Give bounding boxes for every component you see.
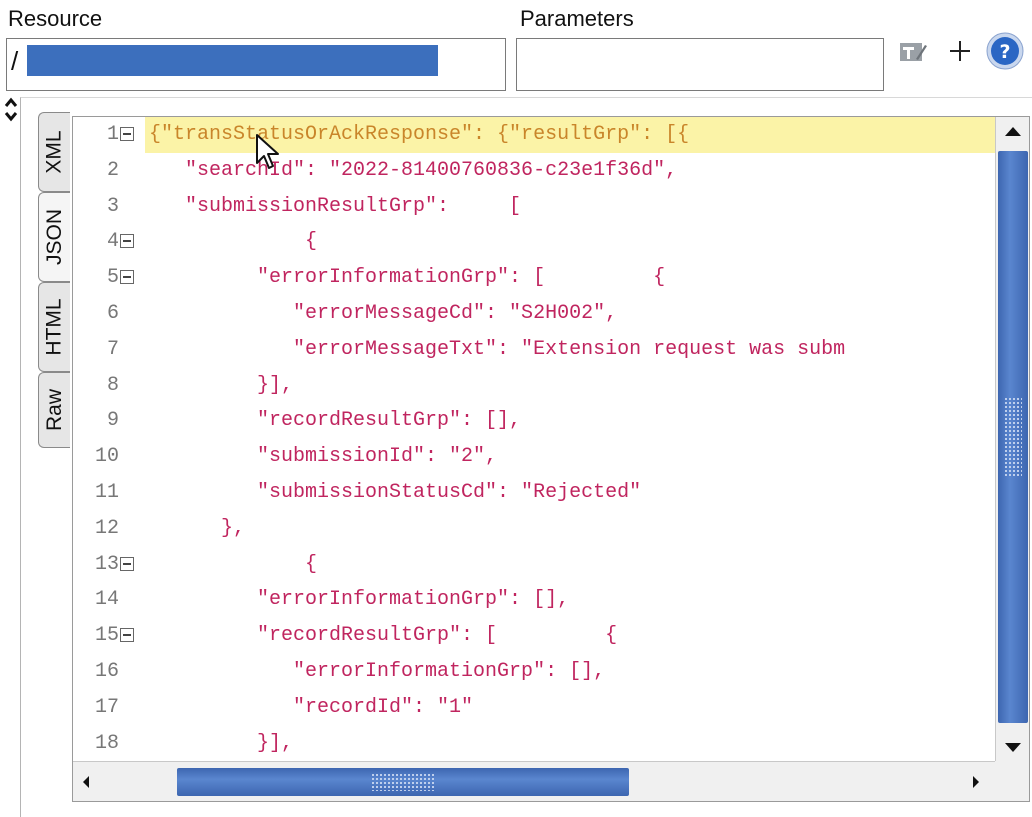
line-number: 11	[94, 481, 119, 504]
help-icon[interactable]: ?	[984, 30, 1026, 72]
code-text: },	[149, 516, 246, 540]
tab-json-label: JSON	[42, 208, 66, 266]
code-line: 1 {"transStatusOrAckResponse": {"resultGr…	[73, 117, 997, 153]
svg-text:?: ?	[999, 41, 1010, 63]
line-number: 6	[106, 302, 119, 325]
code-line: 5 "errorInformationGrp": [ {	[73, 260, 997, 296]
code-text: {	[149, 552, 318, 576]
code-text: "errorInformationGrp": [],	[149, 660, 606, 683]
code-text: "submissionId": "2",	[149, 445, 498, 469]
code-line: 6 "errorMessageCd": "S2H002",	[73, 296, 997, 332]
parameters-label: Parameters	[520, 6, 634, 31]
resource-input[interactable]: /	[6, 38, 506, 91]
line-number: 4	[106, 230, 119, 254]
code-text: "recordId": "1"	[149, 695, 474, 719]
line-number: 13	[94, 552, 119, 576]
code-text: "searchId": "2022-81400760836-c23e1f36d"…	[149, 158, 678, 182]
resource-value: /	[11, 46, 19, 76]
line-number: 10	[94, 445, 119, 469]
line-number: 2	[106, 158, 119, 182]
tab-raw-label: Raw	[42, 388, 66, 432]
line-number: 12	[94, 516, 119, 540]
line-number: 9	[106, 409, 119, 433]
code-line: 10 "submissionId": "2",	[73, 439, 997, 475]
line-number: 16	[94, 660, 119, 683]
fold-toggle-icon[interactable]	[120, 127, 134, 141]
code-text: "errorMessageTxt": "Extension request wa…	[149, 337, 846, 361]
scroll-left-icon[interactable]	[83, 776, 89, 788]
tab-raw[interactable]: Raw	[38, 372, 70, 448]
code-text: "submissionStatusCd": "Rejected"	[149, 481, 642, 504]
fold-toggle-icon[interactable]	[120, 556, 134, 571]
code-line: 13 {	[73, 547, 997, 583]
code-text: "errorInformationGrp": [],	[149, 588, 570, 612]
code-line: 4 {	[73, 224, 997, 260]
line-number: 15	[94, 624, 119, 648]
code-line: 12 },	[73, 511, 997, 547]
horizontal-scroll-thumb[interactable]	[177, 768, 629, 796]
vertical-scroll-thumb[interactable]	[998, 151, 1028, 723]
resource-label: Resource	[8, 6, 103, 31]
tab-json[interactable]: JSON	[38, 192, 70, 282]
fold-toggle-icon[interactable]	[120, 628, 134, 643]
code-text: }],	[149, 373, 294, 397]
fold-toggle-icon[interactable]	[120, 270, 134, 285]
code-text: }],	[149, 731, 294, 755]
code-line: 18 }],	[73, 726, 997, 762]
line-number: 1	[106, 123, 119, 146]
code-text: {	[149, 230, 318, 254]
scroll-right-icon[interactable]	[973, 776, 979, 788]
code-text: "recordResultGrp": [ {	[149, 624, 618, 648]
line-number: 18	[94, 731, 119, 755]
vertical-scrollbar[interactable]	[995, 117, 1029, 762]
code-line: 9 "recordResultGrp": [],	[73, 403, 997, 439]
tab-xml[interactable]: XML	[38, 112, 70, 192]
code-line: 15 "recordResultGrp": [ {	[73, 618, 997, 654]
line-number: 3	[106, 194, 119, 218]
horizontal-scrollbar[interactable]	[73, 761, 997, 801]
scroll-up-icon[interactable]	[1005, 127, 1021, 136]
code-line: 3 "submissionResultGrp": [	[73, 189, 997, 225]
code-line: 8 }],	[73, 368, 997, 404]
code-line: 14 "errorInformationGrp": [],	[73, 582, 997, 618]
tab-html[interactable]: HTML	[38, 282, 70, 372]
code-text: "errorInformationGrp": [ {	[149, 266, 666, 290]
code-line: 17 "recordId": "1"	[73, 690, 997, 726]
code-text: "recordResultGrp": [],	[149, 409, 522, 433]
line-number: 5	[106, 266, 119, 290]
fold-toggle-icon[interactable]	[120, 234, 134, 249]
line-number: 8	[106, 373, 119, 397]
code-text: "errorMessageCd": "S2H002",	[149, 302, 618, 325]
collapse-icon[interactable]	[4, 96, 18, 124]
tab-xml-label: XML	[42, 130, 66, 174]
code-line: 16 "errorInformationGrp": [],	[73, 654, 997, 690]
code-text: "submissionResultGrp": [	[149, 194, 522, 218]
code-line: 2 "searchId": "2022-81400760836-c23e1f36…	[73, 153, 997, 189]
mouse-cursor-icon	[255, 133, 281, 176]
scroll-down-icon[interactable]	[1005, 743, 1021, 752]
line-number: 17	[94, 695, 119, 719]
code-line: 7 "errorMessageTxt": "Extension request …	[73, 332, 997, 368]
tab-html-label: HTML	[42, 298, 66, 356]
add-icon[interactable]	[945, 36, 975, 66]
parameters-input[interactable]	[516, 38, 884, 91]
line-number: 7	[106, 337, 119, 361]
line-number: 14	[94, 588, 119, 612]
redacted-resource-path	[27, 45, 438, 76]
code-text: {"transStatusOrAckResponse": {"resultGrp…	[149, 123, 690, 146]
code-line: 11 "submissionStatusCd": "Rejected"	[73, 475, 997, 511]
scrollbar-corner	[995, 761, 1029, 801]
auto-format-icon[interactable]	[897, 38, 931, 66]
json-editor[interactable]: 1 {"transStatusOrAckResponse": {"resultGr…	[72, 116, 1030, 802]
